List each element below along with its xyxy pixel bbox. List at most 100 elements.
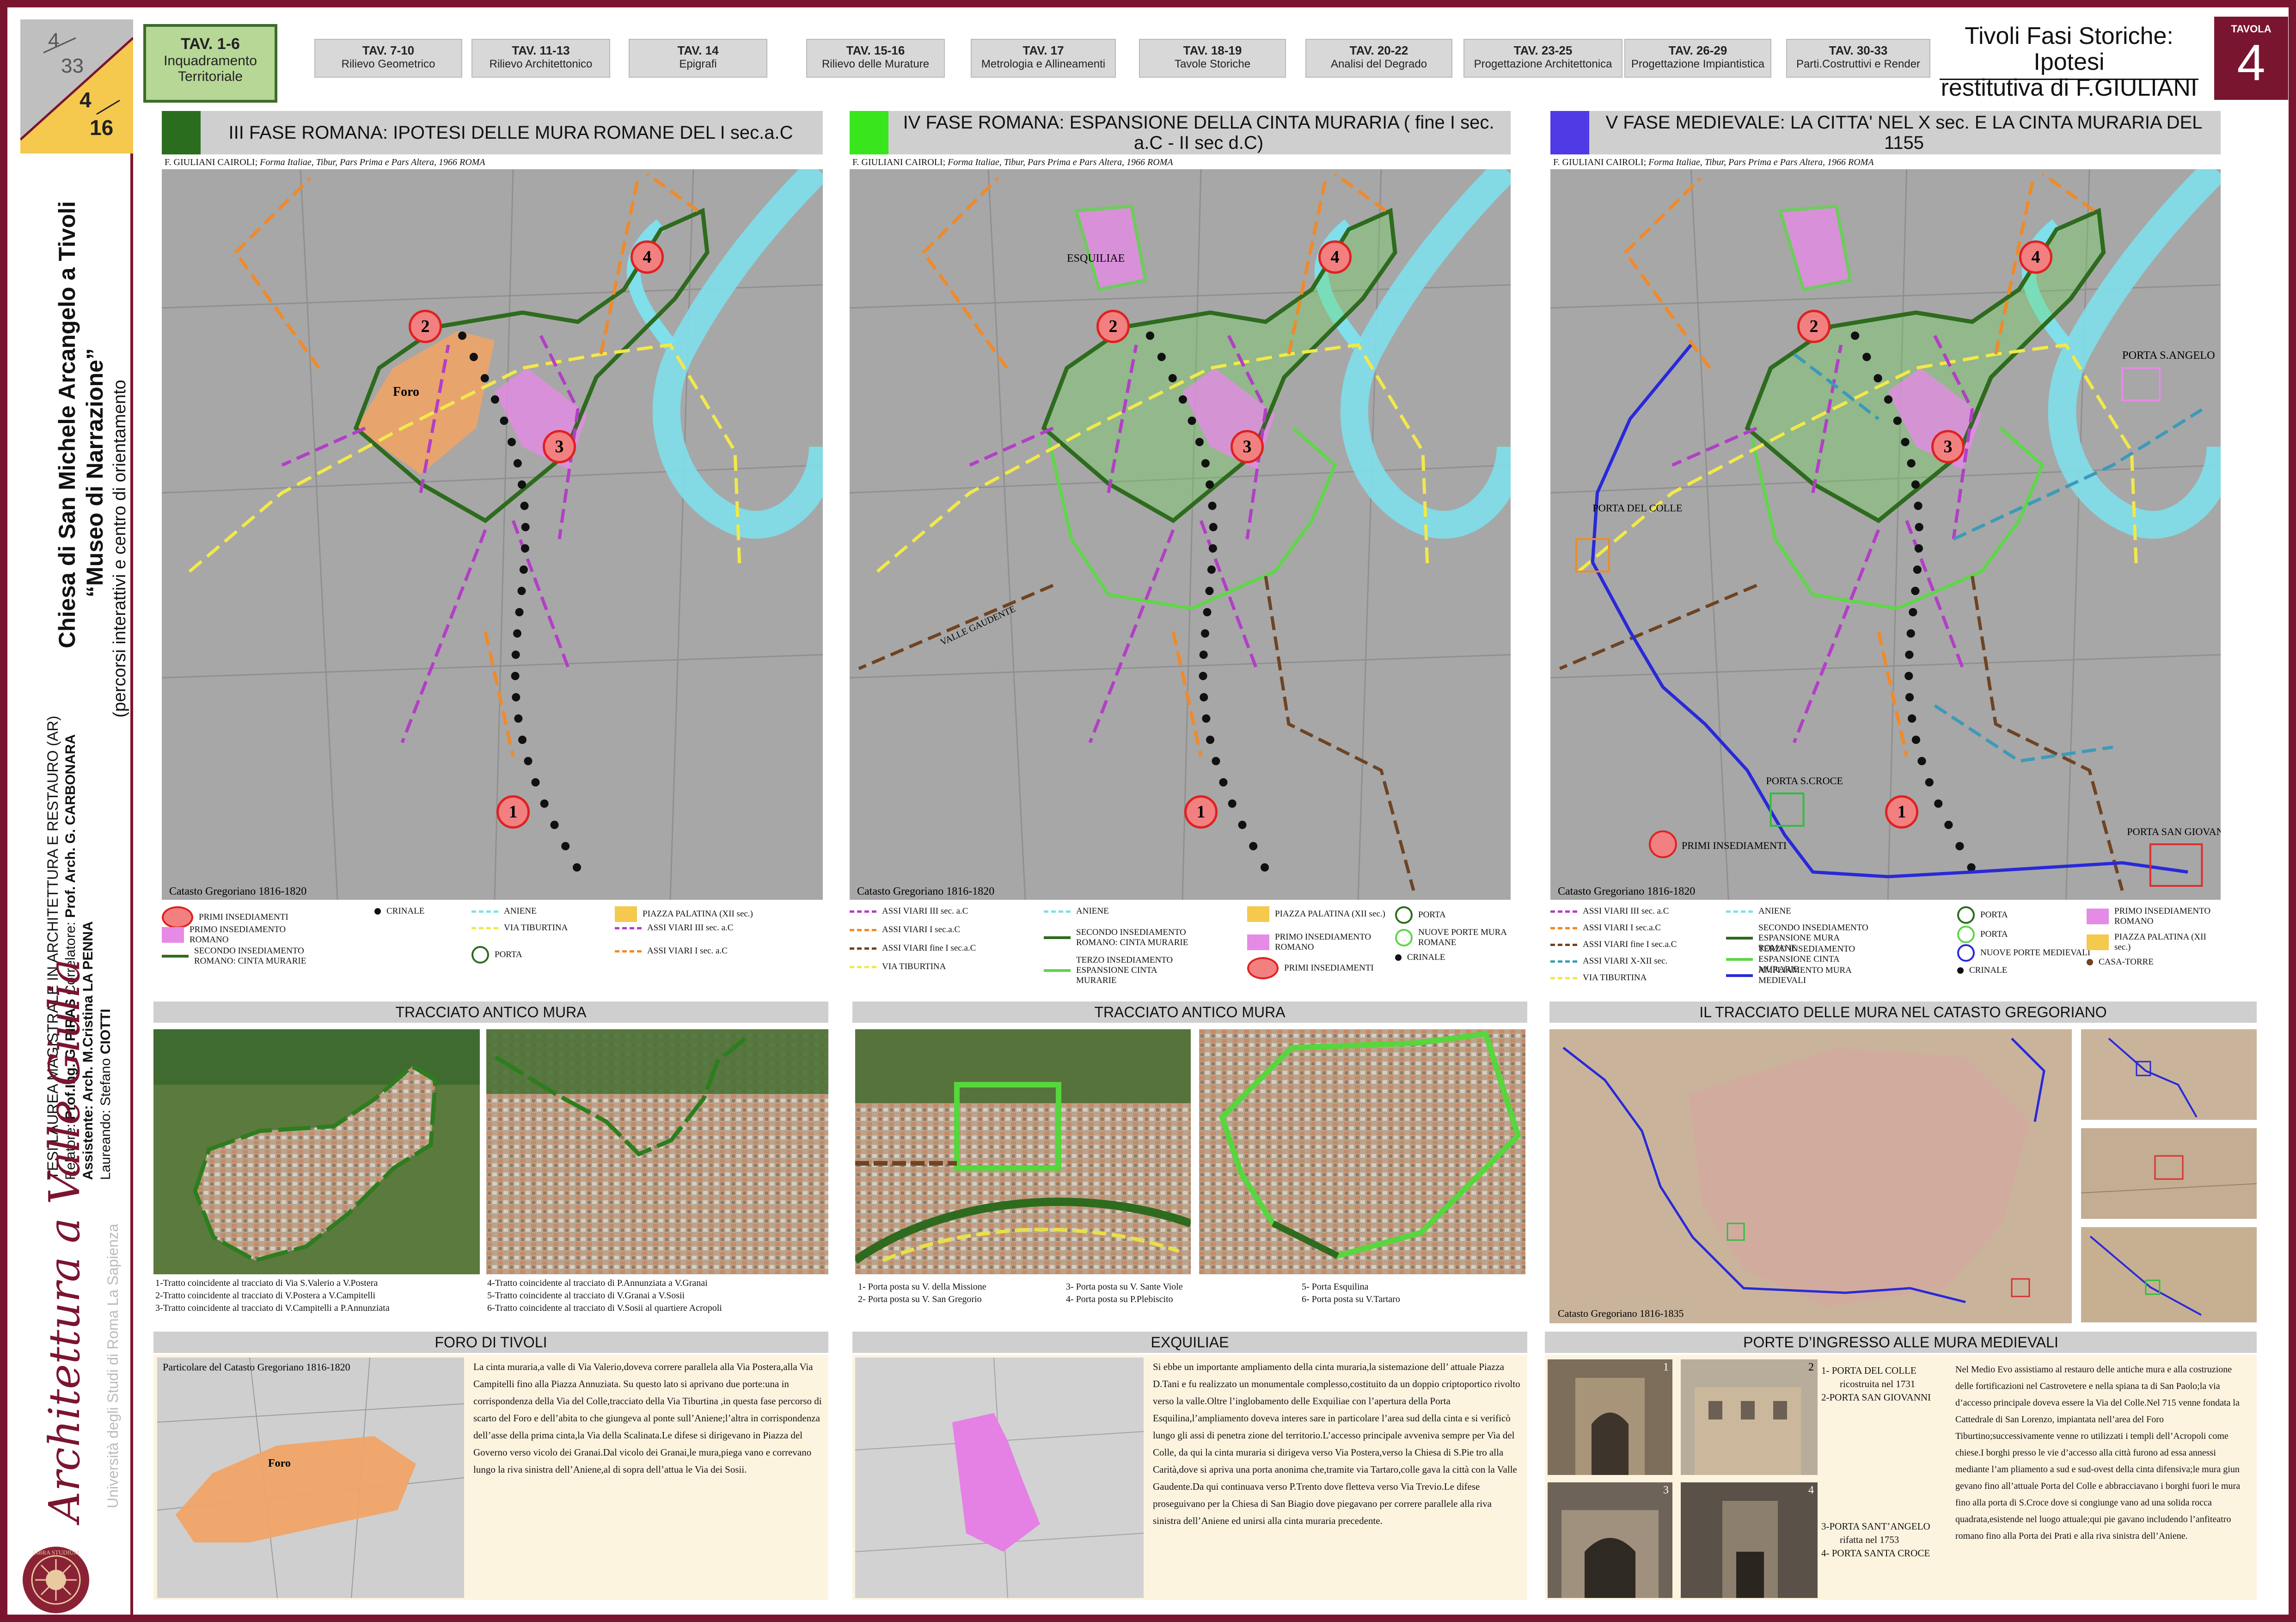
- legend-label: VIA TIBURTINA: [504, 923, 568, 933]
- catasto-map: Catasto Gregoriano 1816-1835: [1549, 1029, 2072, 1323]
- legend-item: ANIENE: [1044, 906, 1109, 916]
- tab-tav-2[interactable]: TAV. 11-13 Rilievo Architettonico: [471, 39, 610, 78]
- tab-tav-10[interactable]: TAV. 30-33 Parti.Costruttivi e Render: [1786, 39, 1930, 78]
- legend-label: ANIENE: [1076, 906, 1109, 916]
- tab-number: TAV. 7-10: [362, 43, 415, 57]
- legend-item: CRINALE: [374, 906, 424, 916]
- legend-label: PRIMI INSEDIAMENTI: [199, 912, 288, 922]
- tracciato1-cap-6: 6-Tratto coincidente al tracciato di V.S…: [487, 1303, 722, 1313]
- porte-list-3b: rifatta nel 1753: [1840, 1534, 1899, 1545]
- tab-tav-3[interactable]: TAV. 14 Epigrafi: [629, 39, 767, 78]
- credit-title: Forma Italiae, Tibur, Pars Prima e Pars …: [948, 157, 1173, 167]
- porte-photo-1-num: 1: [1663, 1361, 1669, 1373]
- legend-label: ANIENE: [504, 906, 537, 916]
- legend-label: ASSI VIARI III sec. a.C: [882, 906, 968, 916]
- porte-list-1: 1- PORTA DEL COLLE: [1821, 1365, 1916, 1376]
- legend-item: ASSI VIARI I sec. a.C: [615, 946, 728, 956]
- legend-item: ASSI VIARI III sec. a.C: [615, 923, 733, 933]
- tab-number: TAV. 18-19: [1183, 43, 1242, 57]
- tab-label: Inquadramento: [164, 53, 257, 68]
- tab-number: TAV. 23-25: [1513, 43, 1573, 57]
- tab-number: TAV. 30-33: [1829, 43, 1888, 57]
- legend-item: VIA TIBURTINA: [471, 923, 568, 933]
- site-marker: 1: [496, 795, 530, 829]
- tracciato2-cap-1: 1- Porta posta su V. della Missione: [858, 1282, 986, 1292]
- legend-label: TERZO INSEDIAMENTO ESPANSIONE CINTA MURA…: [1076, 955, 1173, 985]
- tab-label-2: Territoriale: [178, 69, 243, 84]
- legend-label: ASSI VIARI I sec. a.C: [647, 946, 728, 956]
- credit-author: F. GIULIANI CAIROLI;: [852, 157, 948, 167]
- tab-tav-8[interactable]: TAV. 23-25 Progettazione Architettonica: [1463, 39, 1623, 78]
- title-subtitle: (percorsi interattivi e centro di orient…: [110, 380, 129, 718]
- credit-author: F. GIULIANI CAIROLI;: [165, 157, 260, 167]
- legend-item: CRINALE: [1957, 965, 2007, 976]
- legend-item: PORTA: [471, 946, 522, 964]
- tab-tav-4[interactable]: TAV. 15-16 Rilievo delle Murature: [806, 39, 945, 78]
- legend-label: NUOVE PORTE MURA ROMANE: [1418, 928, 1506, 947]
- phase-credit: F. GIULIANI CAIROLI; Forma Italiae, Tibu…: [852, 157, 1173, 168]
- phase-title: V FASE MEDIEVALE: LA CITTA' NEL X sec. E…: [1605, 112, 2203, 153]
- legend-item: CRINALE: [1395, 952, 1445, 963]
- tavola-number: 4: [2237, 34, 2265, 91]
- left-column: 4 33 4 16 Chiesa di San Michele Arcangel…: [7, 19, 133, 1615]
- tab-label: Progettazione Architettonica: [1474, 58, 1612, 70]
- tab-tav-5[interactable]: TAV. 17 Metrologia e Allineamenti: [971, 39, 1116, 78]
- phase-map: PORTA S.ANGELO PORTA DEL COLLE PORTA S.CRO…: [1550, 169, 2221, 900]
- legend-item: ASSI VIARI III sec. a.C: [850, 906, 968, 916]
- site-marker: 4: [1318, 240, 1352, 274]
- thesis-correlatore: Prof. Arch. G. CARBONARA: [63, 734, 78, 918]
- phase-swatch: [850, 111, 888, 154]
- tracciato2-photo-left: [855, 1029, 1191, 1274]
- tab-number: TAV. 1-6: [181, 35, 240, 53]
- site-marker: 3: [1231, 430, 1264, 463]
- map-catasto-caption: Catasto Gregoriano 1816-1820: [1558, 885, 1696, 897]
- map-label: PORTA SAN GIOVANNI: [2127, 826, 2221, 837]
- map-label: ESQUILIAE: [1067, 252, 1125, 264]
- phase-legend: ASSI VIARI III sec. a.C ASSI VIARI I sec.…: [1550, 902, 2216, 994]
- legend-item: ASSI VIARI I sec.a.C: [1550, 923, 1661, 933]
- tab-tav-1[interactable]: TAV. 7-10 Rilievo Geometrico: [314, 39, 462, 78]
- tracciato2-cap-4: 4- Porta posta su P.Plebiscito: [1066, 1294, 1173, 1304]
- title-line1: Chiesa di San Michele Arcangelo a Tivoli: [54, 201, 80, 648]
- tab-number: TAV. 20-22: [1349, 43, 1408, 57]
- tracciato1-cap-3: 3-Tratto coincidente al tracciato di V.C…: [155, 1303, 390, 1313]
- tab-number: TAV. 26-29: [1668, 43, 1727, 57]
- legend-item: PRIMO INSEDIAMENTO ROMANO: [1247, 932, 1395, 952]
- phase-legend: ASSI VIARI III sec. a.C ASSI VIARI I sec.…: [850, 902, 1515, 994]
- tab-tav-7[interactable]: TAV. 20-22 Analisi del Degrado: [1305, 39, 1452, 78]
- catasto-header: IL TRACCIATO DELLE MURA NEL CATASTO GREG…: [1549, 1001, 2257, 1023]
- tab-label: Tavole Storiche: [1174, 58, 1251, 70]
- porte-header: PORTE D’INGRESSO ALLE MURA MEDIEVALI: [1545, 1332, 2257, 1353]
- porte-photo-4: 4: [1681, 1482, 1818, 1598]
- legend-label: ASSI VIARI X-XII sec.: [1583, 956, 1668, 966]
- tracciato1-photo-right: [486, 1029, 828, 1274]
- legend-label: PORTA: [1418, 910, 1446, 920]
- tracciato2-photo-right: [1199, 1029, 1525, 1274]
- badge-bottom-num: 4: [80, 88, 92, 112]
- badge-top-den: 33: [61, 55, 84, 77]
- tab-tav-6[interactable]: TAV. 18-19 Tavole Storiche: [1139, 39, 1286, 78]
- tracciato2-captions-col3: 5- Porta Esquilina 6- Porta posta su V.Ta…: [1302, 1281, 1400, 1306]
- title-line2: “Museo di Narrazione”: [82, 348, 108, 597]
- legend-item: PORTA: [1957, 926, 2008, 943]
- tracciato2-cap-5: 5- Porta Esquilina: [1302, 1282, 1369, 1292]
- credit-title: Forma Italiae, Tibur, Pars Prima e Pars …: [260, 157, 485, 167]
- tavola-badge: TAVOLA 4: [2214, 17, 2288, 100]
- porte-list-4: 4- PORTA SANTA CROCE: [1821, 1548, 1930, 1559]
- phase-header: IV FASE ROMANA: ESPANSIONE DELLA CINTA M…: [850, 111, 1511, 154]
- legend-label: PRIMO INSEDIAMENTO ROMANO: [2114, 906, 2211, 926]
- thesis-laureando-label: Laureando: Stefano: [98, 1054, 113, 1180]
- legend-label: ASSI VIARI I sec.a.C: [882, 925, 961, 934]
- tab-number: TAV. 15-16: [846, 43, 905, 57]
- tab-tav-9[interactable]: TAV. 26-29 Progettazione Impiantistica: [1624, 39, 1771, 78]
- legend-label: PORTA: [1980, 929, 2008, 939]
- tab-tav-0[interactable]: TAV. 1-6 Inquadramento Territoriale: [143, 24, 277, 103]
- catasto-caption: Catasto Gregoriano 1816-1835: [1558, 1308, 1684, 1319]
- legend-item: PIAZZA PALATINA (XII sec.): [1247, 906, 1385, 922]
- legend-label: NUOVE PORTE MEDIEVALI: [1980, 948, 2091, 958]
- legend-label: CRINALE: [386, 906, 425, 916]
- catasto-detail-1: [2081, 1029, 2257, 1120]
- legend-item: PRIMO INSEDIAMENTO ROMANO: [162, 925, 310, 945]
- legend-label: SECONDO INSEDIAMENTO ROMANO: CINTA MURAR…: [194, 946, 306, 966]
- map-catasto-caption: Catasto Gregoriano 1816-1820: [857, 885, 995, 897]
